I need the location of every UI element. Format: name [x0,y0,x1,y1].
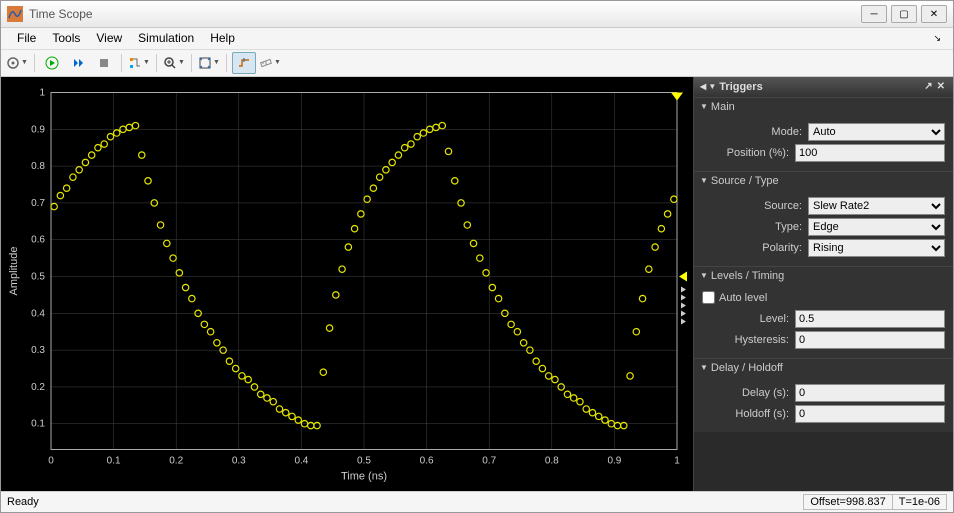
status-time: T=1e-06 [892,494,947,510]
titlebar: Time Scope ─ ▢ ✕ [1,1,953,28]
stop-button[interactable] [92,52,116,74]
autoscale-button[interactable]: ▼ [197,52,221,74]
svg-text:0: 0 [48,455,54,466]
type-label: Type: [702,221,808,233]
measure-button[interactable]: ▼ [258,52,282,74]
svg-text:Amplitude: Amplitude [8,246,20,295]
section-main-label: Main [711,101,735,113]
settings-button[interactable]: ▼ [5,52,29,74]
menubar: File Tools View Simulation Help ↘ [1,28,953,49]
menu-simulation[interactable]: Simulation [130,29,202,47]
holdoff-label: Holdoff (s): [702,408,795,420]
app-icon [7,6,23,22]
svg-text:0.3: 0.3 [31,345,45,356]
svg-text:0.8: 0.8 [31,161,45,172]
svg-text:0.6: 0.6 [31,234,45,245]
svg-text:0.7: 0.7 [482,455,496,466]
menu-view[interactable]: View [88,29,130,47]
step-forward-button[interactable] [66,52,90,74]
source-select[interactable]: Slew Rate2 [808,197,945,215]
section-source-header[interactable]: ▼Source / Type [694,172,953,190]
menu-more-icon[interactable]: ↘ [929,31,945,46]
menu-help[interactable]: Help [202,29,243,47]
svg-text:0.7: 0.7 [31,198,45,209]
menu-file[interactable]: File [9,29,44,47]
plot-area[interactable]: 0 0.1 0.2 0.3 0.4 0.5 0.6 0.7 0.8 0.9 1 0.1 0.2 0.3 0.… [1,77,693,491]
svg-text:1: 1 [39,87,45,98]
svg-text:Time (ns): Time (ns) [341,470,387,482]
source-label: Source: [702,200,808,212]
svg-text:0.5: 0.5 [357,455,371,466]
position-label: Position (%): [702,147,795,159]
statusbar: Ready Offset=998.837 T=1e-06 [1,491,953,512]
section-levels-label: Levels / Timing [711,270,784,282]
svg-text:1: 1 [674,455,680,466]
level-input[interactable] [795,310,945,328]
panel-maximize-icon[interactable]: ↗ [922,81,934,92]
hysteresis-input[interactable] [795,331,945,349]
mode-label: Mode: [702,126,808,138]
auto-level-label: Auto level [719,292,767,304]
svg-text:0.2: 0.2 [31,382,45,393]
section-delay-label: Delay / Holdoff [711,362,783,374]
svg-text:0.4: 0.4 [31,308,45,319]
delay-input[interactable] [795,384,945,402]
svg-text:0.8: 0.8 [545,455,559,466]
delay-label: Delay (s): [702,387,795,399]
mode-select[interactable]: Auto [808,123,945,141]
polarity-select[interactable]: Rising [808,239,945,257]
minimize-button[interactable]: ─ [861,5,887,23]
trigger-button[interactable] [232,52,256,74]
section-main-header[interactable]: ▼Main [694,98,953,116]
position-input[interactable] [795,144,945,162]
signal-button[interactable]: ▼ [127,52,151,74]
holdoff-input[interactable] [795,405,945,423]
maximize-button[interactable]: ▢ [891,5,917,23]
triggers-title: Triggers [719,81,762,93]
window-title: Time Scope [29,7,861,21]
svg-text:0.9: 0.9 [31,124,45,135]
section-levels-header[interactable]: ▼Levels / Timing [694,267,953,285]
section-source-label: Source / Type [711,175,779,187]
status-ready: Ready [7,496,39,508]
auto-level-checkbox[interactable] [702,291,715,304]
svg-text:0.6: 0.6 [420,455,434,466]
polarity-label: Polarity: [702,242,808,254]
svg-text:0.4: 0.4 [294,455,308,466]
svg-text:0.3: 0.3 [232,455,246,466]
type-select[interactable]: Edge [808,218,945,236]
svg-text:0.2: 0.2 [169,455,183,466]
hysteresis-label: Hysteresis: [702,334,795,346]
svg-text:0.1: 0.1 [31,418,45,429]
svg-text:0.1: 0.1 [107,455,121,466]
toolbar: ▼ ▼ ▼ ▼ ▼ [1,50,953,77]
menu-tools[interactable]: Tools [44,29,88,47]
panel-close-icon[interactable]: ✕ [935,81,947,92]
status-offset: Offset=998.837 [803,494,892,510]
triggers-panel-header: ◀ ▼ Triggers ↗ ✕ [694,77,953,97]
zoom-button[interactable]: ▼ [162,52,186,74]
run-button[interactable] [40,52,64,74]
close-button[interactable]: ✕ [921,5,947,23]
section-delay-header[interactable]: ▼Delay / Holdoff [694,359,953,377]
level-label: Level: [702,313,795,325]
time-scope-chart: 0 0.1 0.2 0.3 0.4 0.5 0.6 0.7 0.8 0.9 1 0.1 0.2 0.3 0.… [5,83,687,485]
svg-text:0.5: 0.5 [31,271,45,282]
triggers-panel: ◀ ▼ Triggers ↗ ✕ ▼Main Mode: Auto Positi… [693,77,953,491]
svg-text:0.9: 0.9 [607,455,621,466]
